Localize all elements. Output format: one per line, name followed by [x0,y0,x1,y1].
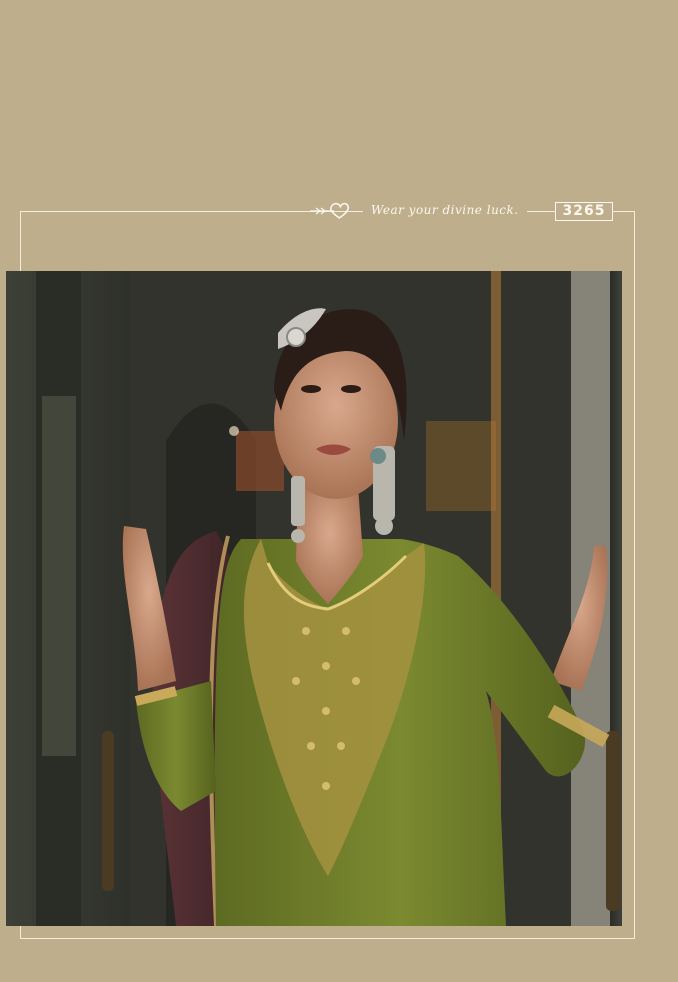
model-photo [6,271,622,926]
model-photo-illustration [6,271,622,926]
product-code-badge: 3265 [555,202,613,221]
header-bar: Wear your divine luck. 3265 [0,198,678,226]
tagline-text: Wear your divine luck. [363,203,527,217]
arrow-heart-icon [310,202,349,220]
